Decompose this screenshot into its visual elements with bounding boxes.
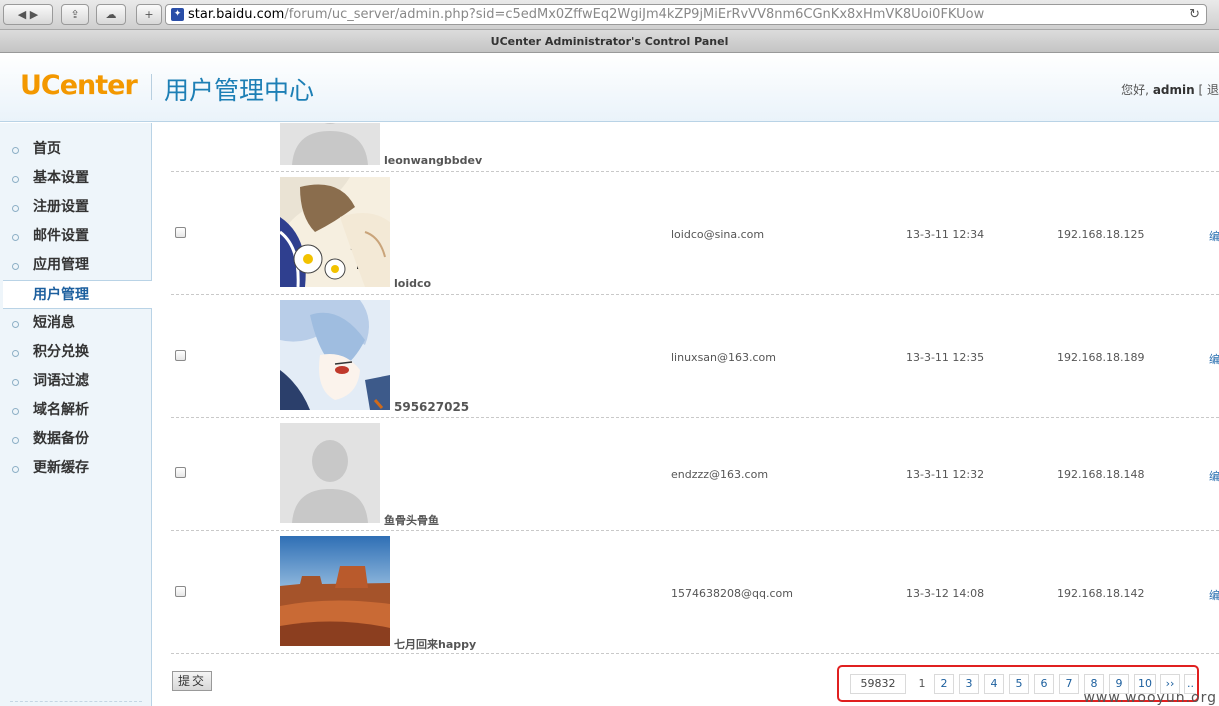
reload-icon[interactable]: ↻ [1189, 5, 1200, 24]
ucenter-logo[interactable]: UCenter [20, 70, 138, 101]
sidebar-item-app-management[interactable]: 应用管理 [0, 251, 151, 280]
page-title: 用户管理中心 [164, 76, 315, 105]
row-checkbox[interactable] [175, 350, 186, 361]
date-cell: 13-3-11 12:35 [906, 351, 985, 364]
date-cell: 13-3-11 12:32 [906, 468, 985, 481]
page-link[interactable]: 3 [959, 674, 979, 694]
share-icon[interactable]: ⇪ [61, 4, 89, 25]
baidu-paw-icon: ✦ [171, 8, 184, 21]
ip-cell: 192.168.18.148 [1057, 468, 1145, 481]
page-link[interactable]: 4 [984, 674, 1004, 694]
avatar [280, 123, 380, 165]
date-cell: 13-3-12 14:08 [906, 587, 985, 600]
ip-cell: 192.168.18.189 [1057, 351, 1145, 364]
greeting-text: 您好, [1121, 83, 1149, 97]
sidebar-item-basic-settings[interactable]: 基本设置 [0, 164, 151, 193]
username-label: loidco [394, 277, 432, 290]
page-link[interactable]: 2 [934, 674, 954, 694]
sidebar-item-register-settings[interactable]: 注册设置 [0, 193, 151, 222]
desert-landscape-image [280, 536, 390, 646]
table-row: 595627025 linuxsan@163.com 13-3-11 12:35… [171, 295, 1219, 418]
page-link[interactable]: 7 [1059, 674, 1079, 694]
sidebar-item-home[interactable]: 首页 [0, 135, 151, 164]
sidebar-divider [10, 701, 142, 702]
edit-link[interactable]: 编 [1209, 228, 1219, 244]
avatar [280, 423, 380, 523]
logo-divider [151, 74, 152, 100]
url-path: /forum/uc_server/admin.php?sid=c5edMx0Zf… [284, 7, 985, 22]
edit-link[interactable]: 编 [1209, 351, 1219, 367]
sidebar-item-word-filter[interactable]: 词语过滤 [0, 367, 151, 396]
ip-cell: 192.168.18.125 [1057, 228, 1145, 241]
anime-character-image [280, 300, 390, 410]
email-cell: 1574638208@qq.com [671, 587, 793, 600]
table-row: loidco loidco@sina.com 13-3-11 12:34 192… [171, 172, 1219, 295]
sidebar-item-domain-resolution[interactable]: 域名解析 [0, 396, 151, 425]
sidebar-item-credit-exchange[interactable]: 积分兑换 [0, 338, 151, 367]
girl-illustration-image [280, 177, 390, 287]
sidebar-item-user-management[interactable]: 用户管理 [3, 280, 152, 309]
address-bar[interactable]: ✦ star.baidu.com/forum/uc_server/admin.p… [165, 4, 1207, 25]
username-label: leonwangbbdev [384, 154, 483, 167]
username: admin [1152, 83, 1195, 97]
page-link[interactable]: 1 [912, 674, 932, 694]
edit-link[interactable]: 编 [1209, 468, 1219, 484]
default-avatar-icon [280, 423, 380, 523]
email-cell: linuxsan@163.com [671, 351, 776, 364]
watermark: www.wooyun.org [1083, 690, 1217, 706]
avatar [280, 177, 390, 287]
row-checkbox[interactable] [175, 227, 186, 238]
sidebar-item-short-messages[interactable]: 短消息 [0, 309, 151, 338]
row-checkbox[interactable] [175, 586, 186, 597]
sidebar-item-data-backup[interactable]: 数据备份 [0, 425, 151, 454]
table-row: leonwangbbdev [171, 123, 1219, 172]
browser-toolbar: ◀ ▶ ⇪ ☁ + ✦ star.baidu.com/forum/uc_serv… [0, 0, 1219, 30]
table-row: 鱼骨头骨鱼 endzzz@163.com 13-3-11 12:32 192.1… [171, 418, 1219, 531]
new-tab-icon[interactable]: + [136, 4, 162, 25]
ip-cell: 192.168.18.142 [1057, 587, 1145, 600]
sidebar-menu: 首页 基本设置 注册设置 邮件设置 应用管理 用户管理 短消息 积分兑换 词语过… [0, 123, 152, 706]
date-cell: 13-3-11 12:34 [906, 228, 985, 241]
username-label: 595627025 [394, 400, 470, 414]
edit-link[interactable]: 编 [1209, 587, 1219, 603]
cloud-icon[interactable]: ☁ [96, 4, 126, 25]
total-count: 59832 [850, 674, 906, 694]
sidebar-item-mail-settings[interactable]: 邮件设置 [0, 222, 151, 251]
url-host: star.baidu.com [188, 7, 285, 22]
row-checkbox[interactable] [175, 467, 186, 478]
sidebar-item-update-cache[interactable]: 更新缓存 [0, 454, 151, 483]
page-link[interactable]: 5 [1009, 674, 1029, 694]
user-list: leonwangbbdev loidco loidco@sina.com 13-… [153, 123, 1219, 706]
page-link[interactable]: 6 [1034, 674, 1054, 694]
username-label: 鱼骨头骨鱼 [384, 514, 439, 527]
table-row: 七月回来happy 1574638208@qq.com 13-3-12 14:0… [171, 531, 1219, 654]
avatar [280, 536, 390, 646]
back-forward-buttons[interactable]: ◀ ▶ [3, 4, 53, 25]
app-header: UCenter 用户管理中心 您好, admin [ 退 [0, 54, 1219, 122]
email-cell: loidco@sina.com [671, 228, 765, 241]
default-avatar-icon [280, 123, 380, 165]
logout-link[interactable]: [ 退 [1199, 83, 1219, 97]
window-title: UCenter Administrator's Control Panel [0, 30, 1219, 53]
username-label: 七月回来happy [394, 638, 477, 651]
submit-button[interactable]: 提交 [172, 671, 212, 691]
user-greeting: 您好, admin [ 退 [1121, 81, 1219, 98]
avatar [280, 300, 390, 410]
email-cell: endzzz@163.com [671, 468, 769, 481]
